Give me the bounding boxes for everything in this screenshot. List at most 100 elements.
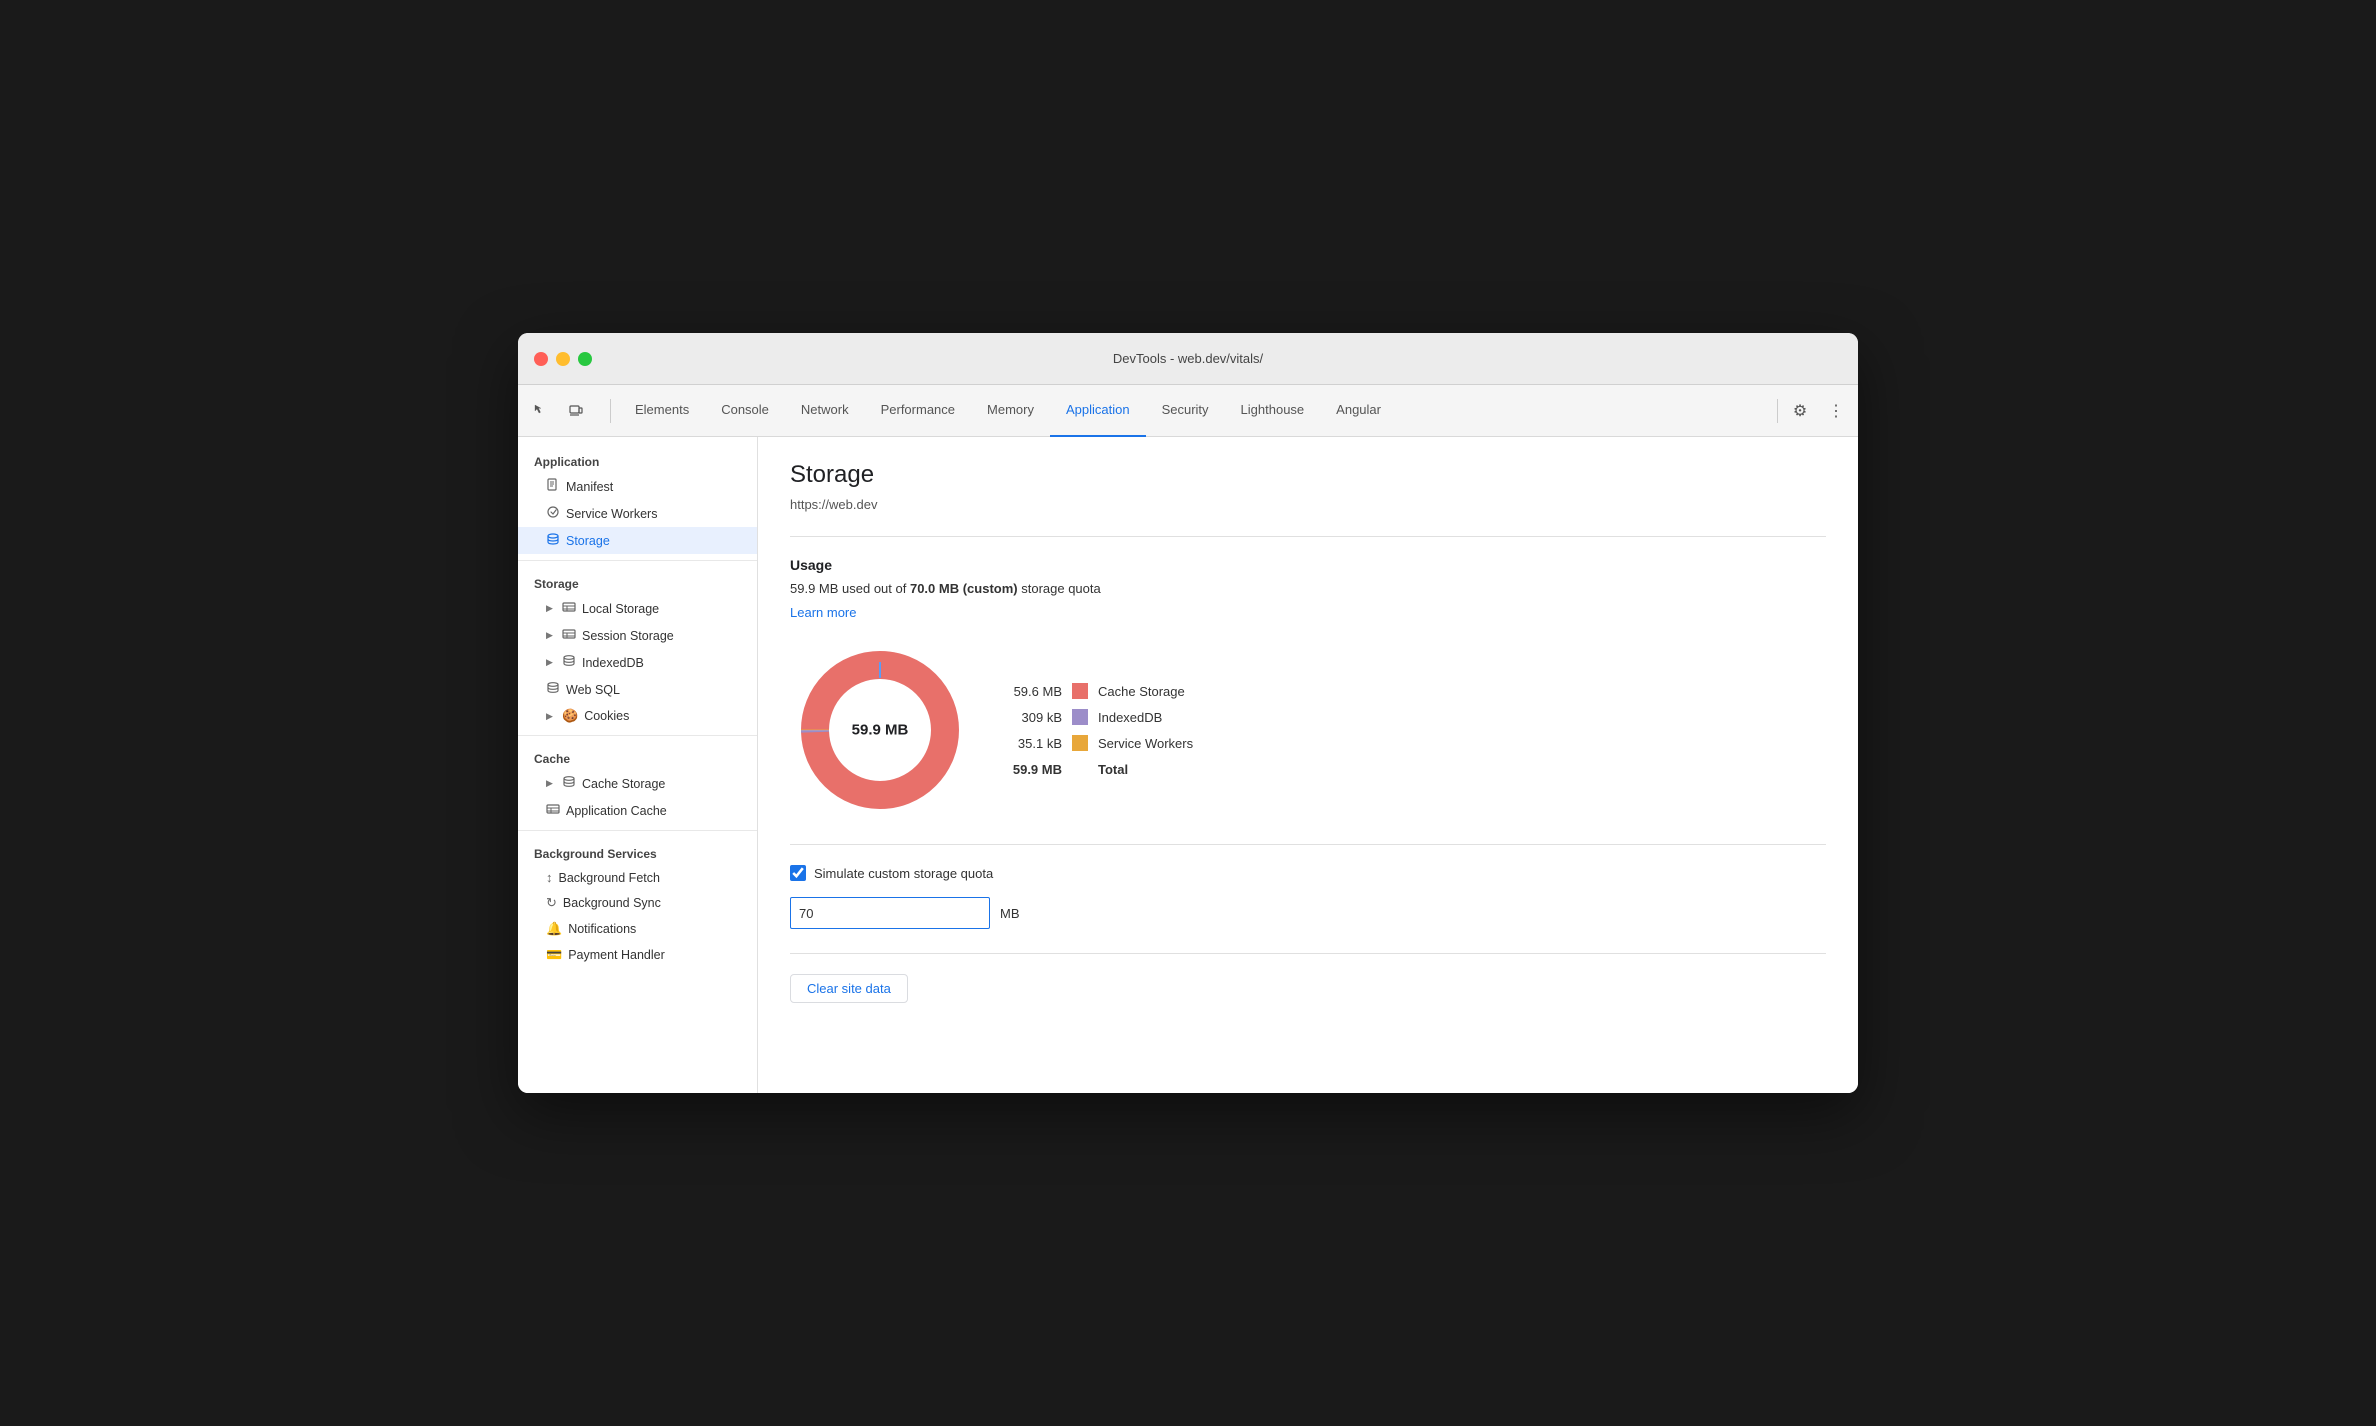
sidebar-item-notifications[interactable]: 🔔 Notifications — [518, 916, 757, 942]
sidebar-item-storage[interactable]: Storage — [518, 527, 757, 554]
sidebar-item-bg-sync[interactable]: ↻ Background Sync — [518, 890, 757, 916]
tab-lighthouse[interactable]: Lighthouse — [1225, 385, 1321, 437]
settings-icon[interactable]: ⚙ — [1786, 397, 1814, 425]
tab-performance[interactable]: Performance — [865, 385, 971, 437]
sidebar-item-service-workers[interactable]: Service Workers — [518, 500, 757, 527]
legend-label-indexeddb: IndexedDB — [1098, 710, 1162, 725]
payment-handler-icon: 💳 — [546, 947, 562, 963]
cache-storage-icon — [562, 775, 576, 792]
checkbox-row: Simulate custom storage quota — [790, 865, 1826, 881]
checkbox-label[interactable]: Simulate custom storage quota — [814, 866, 993, 881]
tab-network[interactable]: Network — [785, 385, 865, 437]
section-divider-3 — [790, 953, 1826, 954]
legend-value-cache: 59.6 MB — [1002, 684, 1062, 699]
cache-storage-label: Cache Storage — [582, 777, 665, 791]
content-area: Storage https://web.dev Usage 59.9 MB us… — [758, 437, 1858, 1093]
sidebar: Application Manifest Service Workers — [518, 437, 758, 1093]
simulate-quota-checkbox[interactable] — [790, 865, 806, 881]
sidebar-item-cache-storage[interactable]: ▶ Cache Storage — [518, 770, 757, 797]
usage-title: Usage — [790, 557, 1826, 573]
legend-row-indexeddb: 309 kB IndexedDB — [1002, 709, 1193, 725]
indexeddb-swatch — [1072, 709, 1088, 725]
tab-angular[interactable]: Angular — [1320, 385, 1397, 437]
sidebar-section-cache: Cache — [518, 742, 757, 770]
indexeddb-icon — [562, 654, 576, 671]
session-storage-label: Session Storage — [582, 629, 674, 643]
expand-arrow: ▶ — [546, 778, 556, 789]
device-icon[interactable] — [562, 397, 590, 425]
main-area: Application Manifest Service Workers — [518, 437, 1858, 1093]
legend-value-indexeddb: 309 kB — [1002, 710, 1062, 725]
sw-swatch — [1072, 735, 1088, 751]
title-bar: DevTools - web.dev/vitals/ — [518, 333, 1858, 385]
sidebar-item-indexeddb[interactable]: ▶ IndexedDB — [518, 649, 757, 676]
sidebar-item-web-sql[interactable]: Web SQL — [518, 676, 757, 703]
page-title: Storage — [790, 461, 1826, 489]
notifications-label: Notifications — [568, 922, 636, 936]
minimize-button[interactable] — [556, 352, 570, 366]
sidebar-item-cookies[interactable]: ▶ 🍪 Cookies — [518, 703, 757, 729]
maximize-button[interactable] — [578, 352, 592, 366]
tab-memory[interactable]: Memory — [971, 385, 1050, 437]
sidebar-item-local-storage[interactable]: ▶ Local Storage — [518, 595, 757, 622]
donut-center-label: 59.9 MB — [852, 722, 909, 739]
divider-2 — [518, 735, 757, 736]
bg-fetch-icon: ↕ — [546, 870, 553, 885]
notifications-icon: 🔔 — [546, 921, 562, 937]
sidebar-item-application-cache[interactable]: Application Cache — [518, 797, 757, 824]
sidebar-item-bg-fetch[interactable]: ↕ Background Fetch — [518, 865, 757, 890]
more-icon[interactable]: ⋮ — [1822, 397, 1850, 425]
close-button[interactable] — [534, 352, 548, 366]
tab-console[interactable]: Console — [705, 385, 785, 437]
local-storage-label: Local Storage — [582, 602, 659, 616]
indexeddb-label: IndexedDB — [582, 656, 644, 670]
cookies-label: Cookies — [584, 709, 629, 723]
bg-fetch-label: Background Fetch — [559, 871, 660, 885]
usage-text: 59.9 MB used out of 70.0 MB (custom) sto… — [790, 581, 1826, 596]
sidebar-section-application: Application — [518, 445, 757, 473]
storage-icon — [546, 532, 560, 549]
application-cache-label: Application Cache — [566, 804, 667, 818]
sidebar-item-session-storage[interactable]: ▶ Session Storage — [518, 622, 757, 649]
cookies-icon: 🍪 — [562, 708, 578, 724]
legend-value-sw: 35.1 kB — [1002, 736, 1062, 751]
expand-arrow: ▶ — [546, 711, 556, 722]
legend-label-sw: Service Workers — [1098, 736, 1193, 751]
bg-sync-icon: ↻ — [546, 895, 557, 911]
sidebar-section-storage: Storage — [518, 567, 757, 595]
sidebar-section-bg-services: Background Services — [518, 837, 757, 865]
tab-security[interactable]: Security — [1146, 385, 1225, 437]
quota-unit: MB — [1000, 906, 1020, 921]
tool-divider — [610, 399, 611, 423]
divider-1 — [518, 560, 757, 561]
window-title: DevTools - web.dev/vitals/ — [1113, 351, 1263, 366]
manifest-icon — [546, 478, 560, 495]
chart-area: 59.9 MB 59.6 MB Cache Storage 309 kB Ind… — [790, 640, 1826, 820]
local-storage-icon — [562, 600, 576, 617]
tab-application[interactable]: Application — [1050, 385, 1146, 437]
session-storage-icon — [562, 627, 576, 644]
web-sql-icon — [546, 681, 560, 698]
expand-arrow: ▶ — [546, 657, 556, 668]
legend-row-sw: 35.1 kB Service Workers — [1002, 735, 1193, 751]
inspect-icon[interactable] — [526, 397, 554, 425]
tab-elements[interactable]: Elements — [619, 385, 705, 437]
expand-arrow: ▶ — [546, 603, 556, 614]
storage-label: Storage — [566, 534, 610, 548]
service-workers-label: Service Workers — [566, 507, 657, 521]
manifest-label: Manifest — [566, 480, 613, 494]
tab-bar-actions: ⚙ ⋮ — [1786, 397, 1850, 425]
quota-input-row: MB — [790, 897, 1826, 929]
total-swatch — [1072, 761, 1088, 777]
bg-sync-label: Background Sync — [563, 896, 661, 910]
tab-bar: Elements Console Network Performance Mem… — [518, 385, 1858, 437]
learn-more-link[interactable]: Learn more — [790, 605, 856, 620]
content-url: https://web.dev — [790, 497, 1826, 512]
sidebar-item-payment-handler[interactable]: 💳 Payment Handler — [518, 942, 757, 968]
application-cache-icon — [546, 802, 560, 819]
clear-site-data-button[interactable]: Clear site data — [790, 974, 908, 1003]
quota-input[interactable] — [790, 897, 990, 929]
tabs: Elements Console Network Performance Mem… — [619, 385, 1769, 437]
sidebar-item-manifest[interactable]: Manifest — [518, 473, 757, 500]
cache-swatch — [1072, 683, 1088, 699]
